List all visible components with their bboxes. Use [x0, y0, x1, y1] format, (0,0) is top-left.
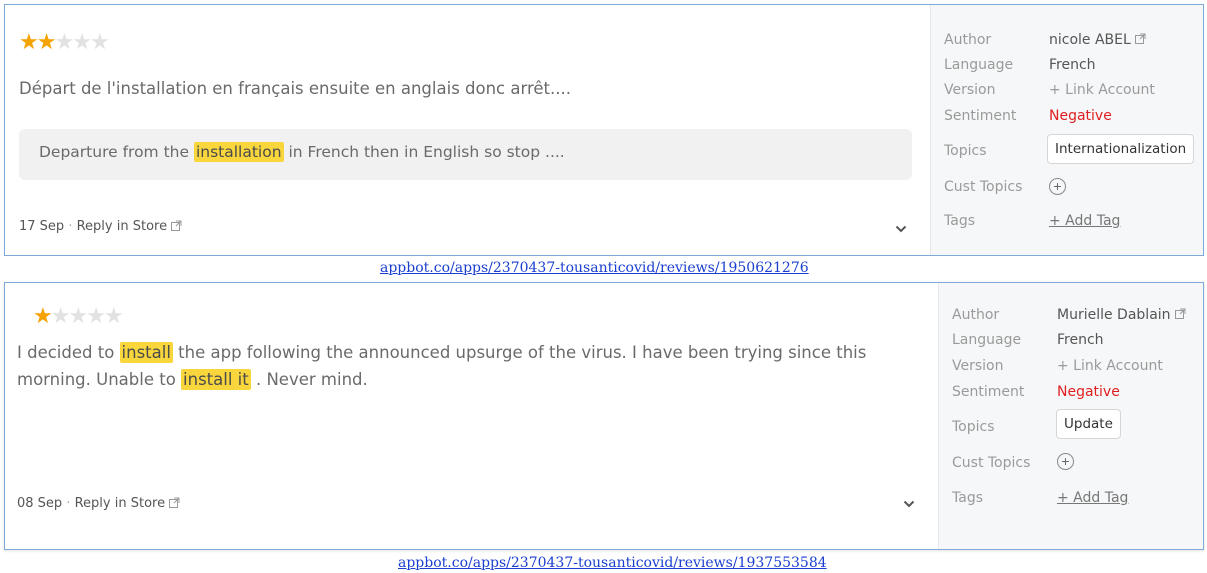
translation-text: Departure from the: [39, 143, 194, 161]
topics-label: Topics: [944, 143, 987, 159]
topic-tag[interactable]: Update: [1056, 409, 1121, 439]
translation-text: in French then in English so stop ....: [283, 143, 565, 161]
star-icon: ★: [50, 303, 71, 328]
topics-label: Topics: [952, 419, 995, 435]
star-icon: ★: [103, 303, 124, 328]
review-card: ★★★★★ I decided to install the app follo…: [4, 282, 1204, 550]
author-name[interactable]: Murielle Dablain: [1057, 307, 1171, 323]
separator: ·: [68, 219, 73, 234]
add-tag-link[interactable]: + Add Tag: [1057, 488, 1128, 508]
review-date: 08 Sep: [17, 496, 63, 511]
review-text-part: I decided to: [17, 343, 120, 362]
star-icon: ★: [68, 303, 88, 328]
star-icon: ★: [72, 29, 92, 54]
review-meta: 08 Sep · Reply in Store: [17, 496, 180, 511]
review-meta: 17 Sep · Reply in Store: [19, 219, 182, 234]
author-name[interactable]: nicole ABEL: [1049, 32, 1131, 48]
author-label: Author: [944, 32, 992, 48]
link-account-link[interactable]: + Link Account: [1049, 80, 1155, 100]
translation-box: Departure from the installation in Frenc…: [19, 129, 912, 180]
review-text: I decided to install the app following t…: [17, 339, 897, 393]
review-url-link[interactable]: appbot.co/apps/2370437-tousanticovid/rev…: [380, 260, 809, 276]
keyword-highlight: install it: [181, 369, 251, 390]
author-label: Author: [952, 307, 1000, 323]
topic-tag[interactable]: Internationalization: [1047, 134, 1195, 164]
star-icon: ★: [86, 303, 106, 328]
star-icon: ★: [89, 29, 110, 54]
star-icon: ★: [36, 29, 57, 54]
star-icon: ★: [19, 29, 39, 54]
add-topic-icon[interactable]: +: [1057, 453, 1074, 470]
external-link-icon[interactable]: [169, 497, 180, 508]
star-rating: ★★★★★: [19, 29, 110, 54]
cust-topics-label: Cust Topics: [952, 455, 1031, 471]
language-value: French: [1049, 57, 1096, 73]
cust-topics-label: Cust Topics: [944, 179, 1023, 195]
reply-in-store-link[interactable]: Reply in Store: [75, 496, 165, 511]
review-text: Départ de l'installation en français ens…: [19, 79, 572, 98]
star-rating: ★★★★★: [33, 303, 124, 328]
review-sidebar: Author Murielle Dablain Language French …: [938, 283, 1203, 549]
external-link-icon[interactable]: [1135, 33, 1146, 44]
add-topic-icon[interactable]: +: [1049, 178, 1066, 195]
tags-label: Tags: [952, 490, 983, 506]
external-link-icon[interactable]: [1174, 308, 1186, 319]
sentiment-label: Sentiment: [944, 108, 1017, 124]
sentiment-value: Negative: [1049, 108, 1112, 124]
review-sidebar: Author nicole ABEL Language French Versi…: [930, 5, 1203, 255]
chevron-down-icon[interactable]: [895, 223, 907, 235]
review-text-part: . Never mind.: [250, 370, 368, 389]
sentiment-label: Sentiment: [952, 384, 1025, 400]
star-icon: ★: [33, 303, 53, 328]
keyword-highlight: install: [119, 342, 173, 363]
review-date: 17 Sep: [19, 219, 65, 234]
tags-label: Tags: [944, 213, 975, 229]
version-label: Version: [944, 82, 996, 98]
author-link[interactable]: Murielle Dablain: [1057, 305, 1186, 325]
external-link-icon[interactable]: [171, 220, 182, 231]
review-card: ★★★★★ Départ de l'installation en frança…: [4, 4, 1204, 256]
separator: ·: [66, 496, 71, 511]
review-url-link[interactable]: appbot.co/apps/2370437-tousanticovid/rev…: [398, 555, 827, 571]
add-tag-link[interactable]: + Add Tag: [1049, 211, 1120, 231]
version-label: Version: [952, 358, 1004, 374]
link-account-link[interactable]: + Link Account: [1057, 356, 1163, 376]
star-icon: ★: [54, 29, 74, 54]
language-label: Language: [944, 57, 1014, 73]
sentiment-value: Negative: [1057, 384, 1120, 400]
review-main: ★★★★★ I decided to install the app follo…: [5, 283, 938, 549]
language-label: Language: [952, 332, 1022, 348]
language-value: French: [1057, 332, 1104, 348]
author-link[interactable]: nicole ABEL: [1049, 30, 1146, 50]
review-main: ★★★★★ Départ de l'installation en frança…: [5, 5, 930, 255]
chevron-down-icon[interactable]: [903, 498, 915, 510]
keyword-highlight: installation: [193, 142, 284, 162]
reply-in-store-link[interactable]: Reply in Store: [77, 219, 167, 234]
